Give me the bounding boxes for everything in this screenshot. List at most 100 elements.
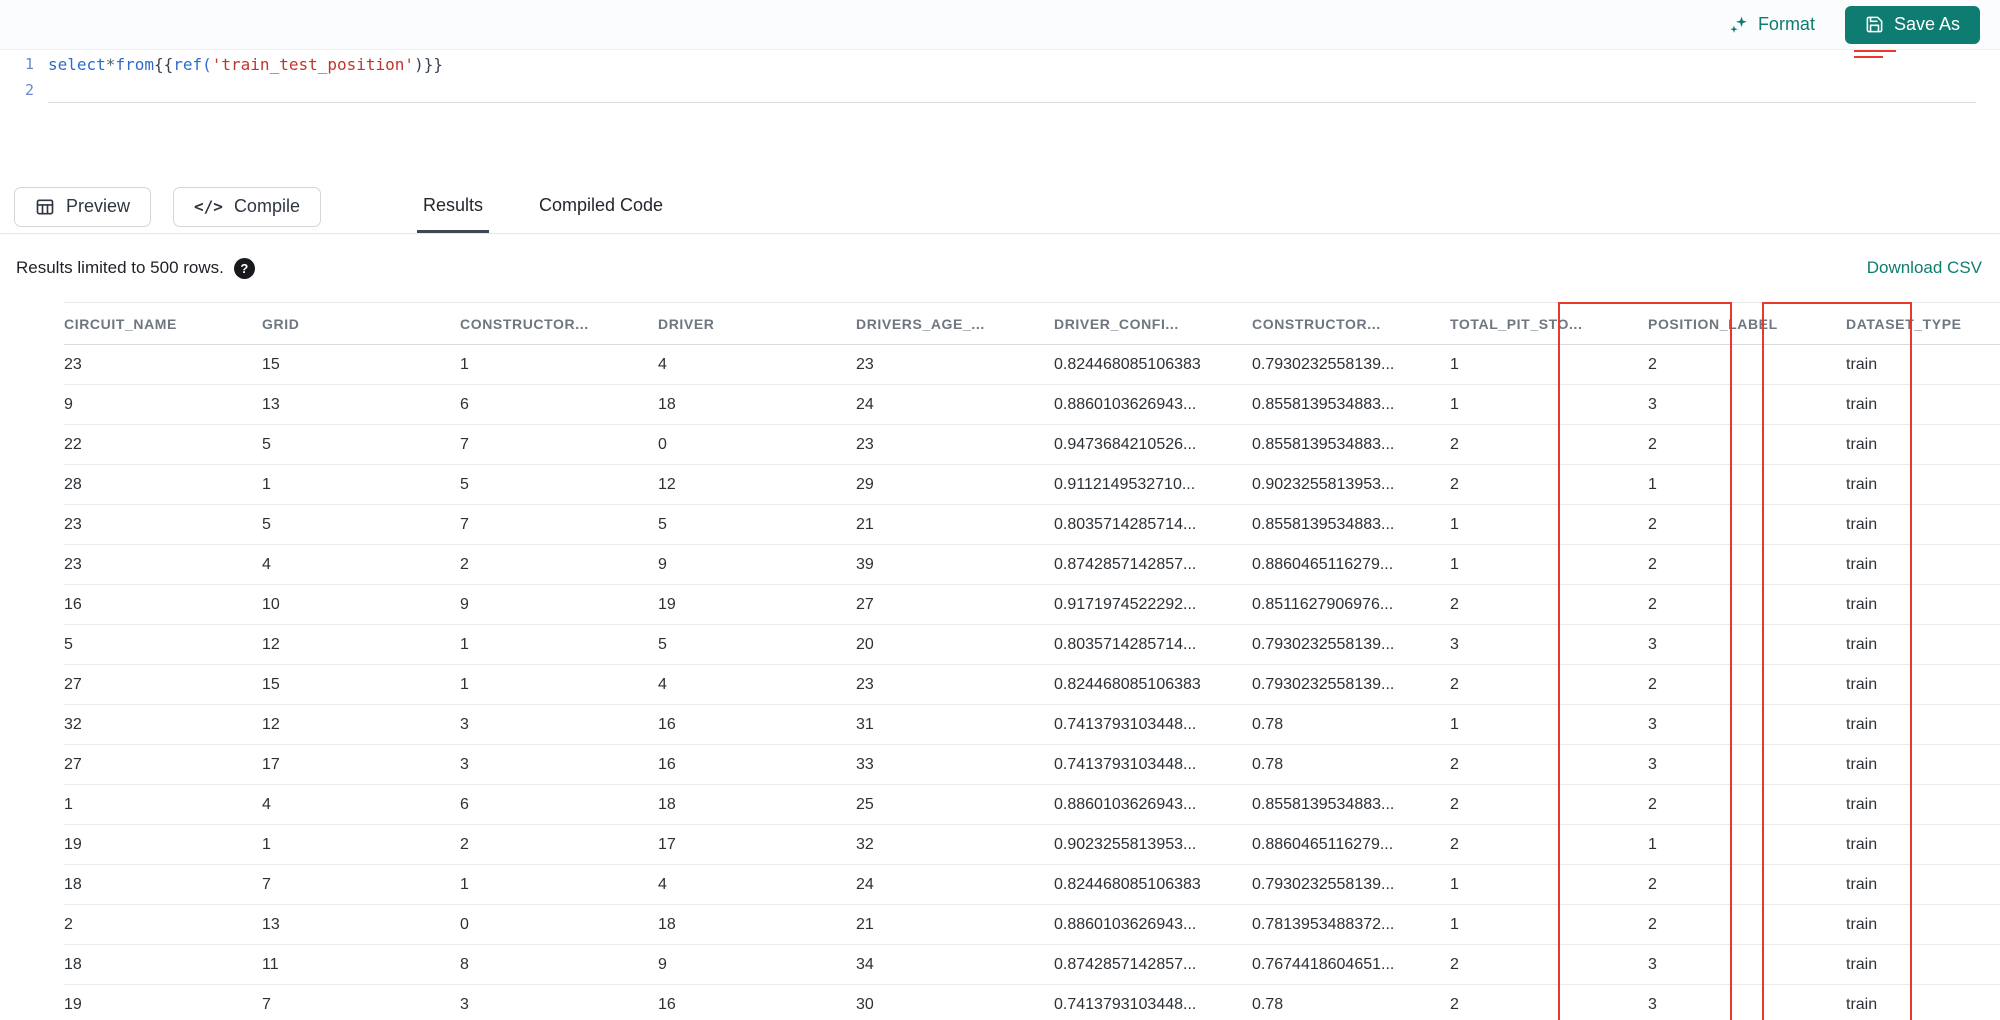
table-cell: 4 — [658, 864, 856, 905]
table-cell: 19 — [64, 984, 262, 1020]
table-cell: 2 — [1450, 984, 1648, 1020]
table-row: 1 4 6 18 25 0.8860103626943... 0.8558139534883… — [64, 784, 2000, 825]
table-cell: 0.8558139534883... — [1252, 424, 1450, 465]
table-cell: 1 — [64, 784, 262, 825]
table-cell: 0.8860465116279... — [1252, 824, 1450, 865]
table-cell: 5 — [658, 504, 856, 545]
table-cell: 1 — [1450, 864, 1648, 905]
table-row: 27 15 1 4 23 0.824468085106383 0.7930232558139… — [64, 664, 2000, 705]
table-cell: 6 — [460, 384, 658, 425]
tab-compiled-code[interactable]: Compiled Code — [533, 180, 669, 233]
table-cell: 27 — [856, 584, 1054, 625]
results-table-container: CIRCUIT_NAME GRID CONSTRUCTOR... DRIVER DRIV… — [0, 302, 2000, 1020]
table-cell: 1 — [1450, 904, 1648, 945]
table-cell: 2 — [1450, 584, 1648, 625]
table-cell: 3 — [460, 744, 658, 785]
table-cell: 19 — [658, 584, 856, 625]
table-cell: 32 — [64, 704, 262, 745]
line-number-2: 2 — [24, 81, 34, 99]
table-cell: 0.8511627906976... — [1252, 584, 1450, 625]
table-cell: 16 — [64, 584, 262, 625]
table-cell: 2 — [1648, 784, 1846, 825]
table-cell: 0.9473684210526... — [1054, 424, 1252, 465]
table-cell: train — [1846, 904, 2000, 945]
table-cell: 17 — [658, 824, 856, 865]
sql-keyword-select: select — [48, 54, 106, 74]
tab-results[interactable]: Results — [416, 180, 489, 233]
table-cell: 3 — [1648, 744, 1846, 785]
table-cell: 9 — [658, 944, 856, 985]
table-cell: train — [1846, 824, 2000, 865]
table-cell: 0.78 — [1252, 984, 1450, 1020]
compile-button-label: Compile — [233, 196, 300, 216]
table-cell: 18 — [658, 784, 856, 825]
table-cell: 18 — [64, 944, 262, 985]
table-cell: 0.7930232558139... — [1252, 344, 1450, 385]
table-cell: 0.9023255813953... — [1252, 464, 1450, 505]
format-button[interactable]: Format — [1729, 14, 1815, 35]
table-cell: 1 — [460, 344, 658, 385]
table-cell: 2 — [64, 904, 262, 945]
editor-line-1[interactable]: 1 select * from {{ ref('train_test_posit… — [0, 51, 2000, 77]
table-cell: 1 — [262, 824, 460, 865]
table-cell: 27 — [64, 664, 262, 705]
table-cell: 16 — [658, 984, 856, 1020]
table-header-row: CIRCUIT_NAME GRID CONSTRUCTOR... DRIVER DRIV… — [64, 302, 2000, 345]
table-cell: 11 — [262, 944, 460, 985]
table-cell: 25 — [856, 784, 1054, 825]
table-cell: 24 — [856, 864, 1054, 905]
table-cell: 19 — [64, 824, 262, 865]
top-toolbar: Format Save As — [0, 0, 2000, 50]
table-cell: 0.7413793103448... — [1054, 704, 1252, 745]
table-cell: 0.78 — [1252, 704, 1450, 745]
preview-button[interactable]: Preview — [14, 186, 152, 227]
table-cell: 2 — [1450, 424, 1648, 465]
table-cell: train — [1846, 384, 2000, 425]
table-cell: 2 — [460, 824, 658, 865]
table-cell: 9 — [64, 384, 262, 425]
table-row: 9 13 6 18 24 0.8860103626943... 0.855813953488… — [64, 384, 2000, 425]
table-row: 19 1 2 17 32 0.9023255813953... 0.886046511627… — [64, 824, 2000, 865]
table-cell: 5 — [262, 504, 460, 545]
table-cell: 0.8558139534883... — [1252, 504, 1450, 545]
save-as-button-label: Save As — [1893, 14, 1960, 34]
table-cell: 0.7930232558139... — [1252, 864, 1450, 905]
table-cell: 0.7674418604651... — [1252, 944, 1450, 985]
help-icon[interactable]: ? — [233, 257, 255, 279]
editor-line-2[interactable]: 2 — [0, 77, 2000, 103]
table-cell: 0.9171974522292... — [1054, 584, 1252, 625]
table-cell: 23 — [64, 344, 262, 385]
table-cell: train — [1846, 624, 2000, 665]
sql-editor[interactable]: 1 select * from {{ ref('train_test_posit… — [0, 50, 2000, 180]
table-cell: 4 — [658, 344, 856, 385]
table-cell: train — [1846, 864, 2000, 905]
column-header: CONSTRUCTOR... — [460, 302, 658, 345]
table-cell: 12 — [262, 624, 460, 665]
table-cell: 13 — [262, 904, 460, 945]
table-cell: 2 — [1648, 424, 1846, 465]
table-cell: 23 — [64, 504, 262, 545]
table-cell: 0.824468085106383 — [1054, 664, 1252, 705]
column-header: DRIVER_CONFI... — [1054, 302, 1252, 345]
table-cell: 2 — [1648, 504, 1846, 545]
table-cell: 3 — [1450, 624, 1648, 665]
table-row: 2 13 0 18 21 0.8860103626943... 0.781395348837… — [64, 904, 2000, 945]
line-number-1: 1 — [24, 55, 34, 73]
table-cell: 2 — [460, 544, 658, 585]
table-cell: 7 — [262, 984, 460, 1020]
table-row: 5 12 1 5 20 0.8035714285714... 0.7930232558139… — [64, 624, 2000, 665]
table-cell: 30 — [856, 984, 1054, 1020]
table-cell: 8 — [460, 944, 658, 985]
table-cell: 4 — [262, 544, 460, 585]
table-cell: 3 — [460, 984, 658, 1020]
table-row: 27 17 3 16 33 0.7413793103448... 0.78 2 3 train — [64, 744, 2000, 785]
table-cell: 0.8742857142857... — [1054, 544, 1252, 585]
download-csv-link[interactable]: Download CSV — [1867, 258, 1982, 278]
table-cell: 0.8860103626943... — [1054, 784, 1252, 825]
table-cell: 12 — [262, 704, 460, 745]
table-cell: 3 — [1648, 624, 1846, 665]
table-cell: 0.9023255813953... — [1054, 824, 1252, 865]
table-cell: 31 — [856, 704, 1054, 745]
compile-button[interactable]: </> Compile — [173, 186, 321, 227]
save-as-button[interactable]: Save As — [1844, 5, 1980, 44]
